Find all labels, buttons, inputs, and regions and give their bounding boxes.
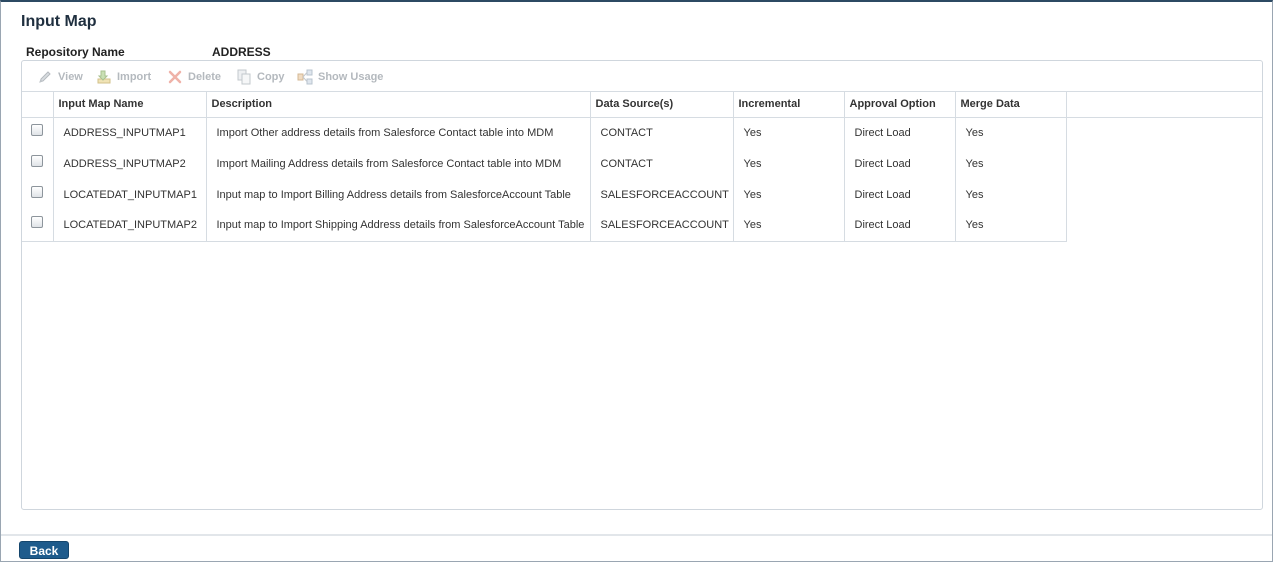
table-header-row: Input Map Name Description Data Source(s… (22, 92, 1262, 118)
toolbar: View Import Delete Copy Show Usage (22, 61, 1262, 92)
copy-icon (237, 69, 251, 85)
row-select-cell (22, 117, 54, 148)
cell-approval-option: Direct Load (844, 117, 956, 148)
column-header-incremental[interactable]: Incremental (733, 92, 845, 118)
view-button[interactable]: View (37, 69, 83, 85)
cell-input-map-name: ADDRESS_INPUTMAP1 (53, 117, 207, 148)
delete-x-icon (168, 70, 182, 84)
cell-merge-data: Yes (955, 117, 1067, 148)
pencil-icon (39, 71, 51, 83)
delete-label: Delete (188, 71, 222, 83)
page-title: Input Map (21, 13, 97, 30)
cell-approval-option: Direct Load (844, 179, 956, 210)
table-row[interactable]: LOCATEDAT_INPUTMAP2 Input map to Import … (22, 210, 1262, 242)
cell-data-source: CONTACT (590, 148, 734, 179)
copy-label: Copy (257, 71, 285, 83)
cell-merge-data: Yes (955, 148, 1067, 179)
cell-input-map-name: LOCATEDAT_INPUTMAP1 (53, 179, 207, 210)
cell-merge-data: Yes (955, 210, 1067, 242)
show-usage-label: Show Usage (318, 71, 384, 83)
row-select-cell (22, 179, 54, 210)
cell-description: Input map to Import Shipping Address det… (206, 210, 591, 242)
column-header-description[interactable]: Description (206, 92, 591, 118)
import-icon (97, 70, 111, 84)
cell-incremental: Yes (733, 210, 845, 242)
cell-description: Import Mailing Address details from Sale… (206, 148, 591, 179)
import-button[interactable]: Import (96, 69, 151, 85)
cell-incremental: Yes (733, 148, 845, 179)
column-header-merge-data[interactable]: Merge Data (955, 92, 1067, 118)
cell-data-source: CONTACT (590, 117, 734, 148)
cell-approval-option: Direct Load (844, 210, 956, 242)
show-usage-button[interactable]: Show Usage (297, 69, 383, 85)
cell-approval-option: Direct Load (844, 148, 956, 179)
input-map-panel: View Import Delete Copy Show Usage Input… (21, 60, 1263, 510)
table-row[interactable]: LOCATEDAT_INPUTMAP1 Input map to Import … (22, 179, 1262, 210)
row-select-cell (22, 148, 54, 179)
view-label: View (58, 71, 83, 83)
cell-input-map-name: LOCATEDAT_INPUTMAP2 (53, 210, 207, 242)
header-filler (1066, 92, 1262, 118)
column-header-input-map-name[interactable]: Input Map Name (53, 92, 207, 118)
row-select-cell (22, 210, 54, 242)
column-header-data-sources[interactable]: Data Source(s) (590, 92, 734, 118)
delete-button[interactable]: Delete (167, 69, 221, 85)
input-map-table: Input Map Name Description Data Source(s… (22, 92, 1262, 242)
footer-divider (1, 534, 1272, 536)
import-label: Import (117, 71, 152, 83)
select-column-header (22, 92, 54, 118)
copy-button[interactable]: Copy (236, 69, 285, 85)
column-header-approval-option[interactable]: Approval Option (844, 92, 956, 118)
row-checkbox[interactable] (31, 154, 44, 167)
cell-merge-data: Yes (955, 179, 1067, 210)
row-checkbox[interactable] (31, 185, 44, 198)
repository-name-label: Repository Name (26, 45, 125, 59)
cell-description: Input map to Import Billing Address deta… (206, 179, 591, 210)
cell-description: Import Other address details from Salesf… (206, 117, 591, 148)
cell-data-source: SALESFORCEACCOUNT (590, 179, 734, 210)
table-row[interactable]: ADDRESS_INPUTMAP2 Import Mailing Address… (22, 148, 1262, 179)
cell-incremental: Yes (733, 117, 845, 148)
row-checkbox[interactable] (31, 216, 44, 229)
row-checkbox[interactable] (31, 123, 44, 136)
cell-data-source: SALESFORCEACCOUNT (590, 210, 734, 242)
cell-incremental: Yes (733, 179, 845, 210)
show-usage-icon (297, 69, 313, 85)
back-button[interactable]: Back (19, 541, 69, 559)
repository-name-value: ADDRESS (212, 45, 271, 59)
cell-input-map-name: ADDRESS_INPUTMAP2 (53, 148, 207, 179)
table-row[interactable]: ADDRESS_INPUTMAP1 Import Other address d… (22, 117, 1262, 148)
